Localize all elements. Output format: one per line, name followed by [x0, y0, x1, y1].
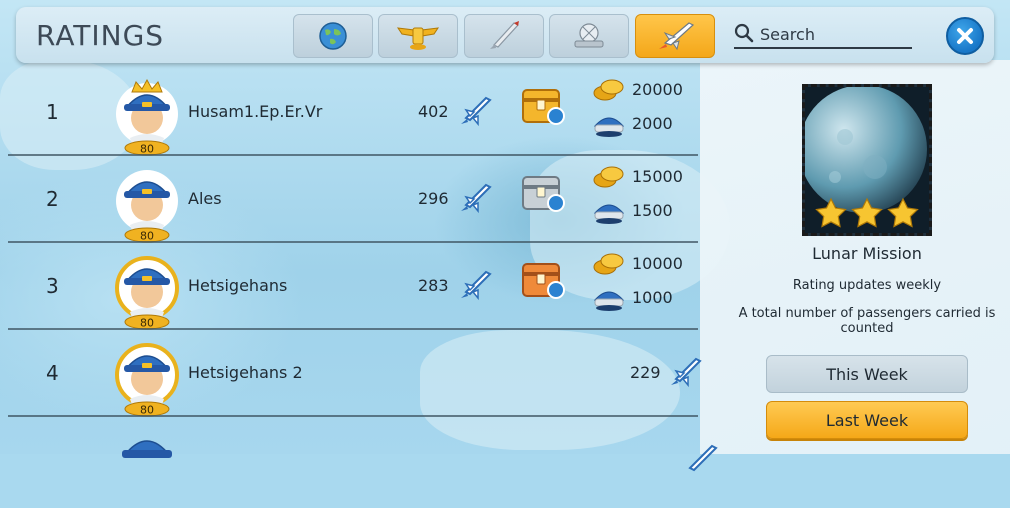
rank-number: 2 — [46, 187, 59, 211]
avatar: 80 — [112, 252, 182, 332]
tab-pilot-wings[interactable] — [378, 14, 458, 58]
coin-reward: 20000 — [632, 80, 683, 99]
shuttle-score-icon — [461, 96, 492, 127]
avatar: 80 — [112, 165, 182, 245]
avatar — [112, 428, 182, 508]
tab-world[interactable] — [293, 14, 373, 58]
tab-space-shuttle[interactable] — [635, 14, 715, 58]
row-divider — [8, 241, 698, 243]
shuttle-score-icon — [688, 444, 718, 472]
mission-image — [799, 84, 932, 236]
row-divider — [8, 154, 698, 156]
gold-chest-icon — [522, 89, 565, 125]
counting-rule-note: A total number of passengers carried is … — [738, 306, 996, 336]
list-item[interactable] — [8, 418, 718, 504]
player-score: 229 — [630, 363, 661, 382]
row-divider — [8, 415, 698, 417]
space-shuttle-icon — [659, 22, 695, 51]
player-name: Ales — [188, 189, 222, 208]
player-score: 402 — [418, 102, 449, 121]
player-name: Husam1.Ep.Er.Vr — [188, 102, 323, 121]
wings-badge-icon — [396, 27, 440, 50]
search-input[interactable]: Search — [760, 25, 815, 44]
avatar: 80 — [112, 339, 182, 419]
close-button[interactable] — [946, 17, 984, 55]
shuttle-score-icon — [461, 270, 492, 301]
pilot-cap-icon — [593, 291, 625, 311]
cap-reward: 2000 — [632, 114, 673, 133]
rocket-icon — [490, 21, 519, 49]
search-underline — [734, 47, 912, 49]
rank-number: 3 — [46, 274, 59, 298]
row-divider — [8, 328, 698, 330]
coins-icon — [593, 166, 624, 188]
player-name: Hetsigehans 2 — [188, 363, 303, 382]
avatar: 80 — [112, 78, 182, 158]
coins-icon — [593, 253, 624, 275]
rating-update-note: Rating updates weekly — [792, 278, 942, 293]
table-row[interactable]: 3 80 Hetsigehans 283 10000 1000 — [8, 244, 698, 330]
coins-icon — [593, 79, 624, 101]
search-icon[interactable] — [734, 23, 754, 45]
tab-rocket[interactable] — [464, 14, 544, 58]
pilot-cap-icon — [593, 117, 625, 137]
shuttle-score-icon — [461, 183, 492, 214]
cap-reward: 1500 — [632, 201, 673, 220]
bronze-chest-icon — [522, 263, 565, 299]
this-week-button[interactable]: This Week — [766, 355, 968, 393]
player-score: 296 — [418, 189, 449, 208]
rank-number: 1 — [46, 100, 59, 124]
mission-name: Lunar Mission — [812, 244, 922, 263]
coin-reward: 10000 — [632, 254, 683, 273]
player-name: Hetsigehans — [188, 276, 288, 295]
cap-reward: 1000 — [632, 288, 673, 307]
mission-stars — [815, 197, 919, 228]
last-week-button[interactable]: Last Week — [766, 401, 968, 439]
silver-chest-icon — [522, 176, 565, 212]
tab-satellite[interactable] — [549, 14, 629, 58]
header-bar: RATINGS Search — [16, 7, 994, 63]
globe-icon — [319, 22, 347, 50]
player-score: 283 — [418, 276, 449, 295]
shuttle-score-icon — [671, 357, 702, 388]
coin-reward: 15000 — [632, 167, 683, 186]
table-row[interactable]: 2 80 Ales 296 15000 1500 — [8, 157, 698, 243]
close-icon — [957, 28, 973, 44]
table-row[interactable]: 1 80 Husam1.Ep.Er.Vr 402 20000 2000 — [8, 70, 698, 156]
table-row[interactable]: 4 80 Hetsigehans 2 229 — [8, 331, 702, 419]
satellite-icon — [574, 23, 604, 48]
rank-number: 4 — [46, 361, 59, 385]
page-title: RATINGS — [36, 19, 165, 52]
pilot-cap-icon — [593, 204, 625, 224]
